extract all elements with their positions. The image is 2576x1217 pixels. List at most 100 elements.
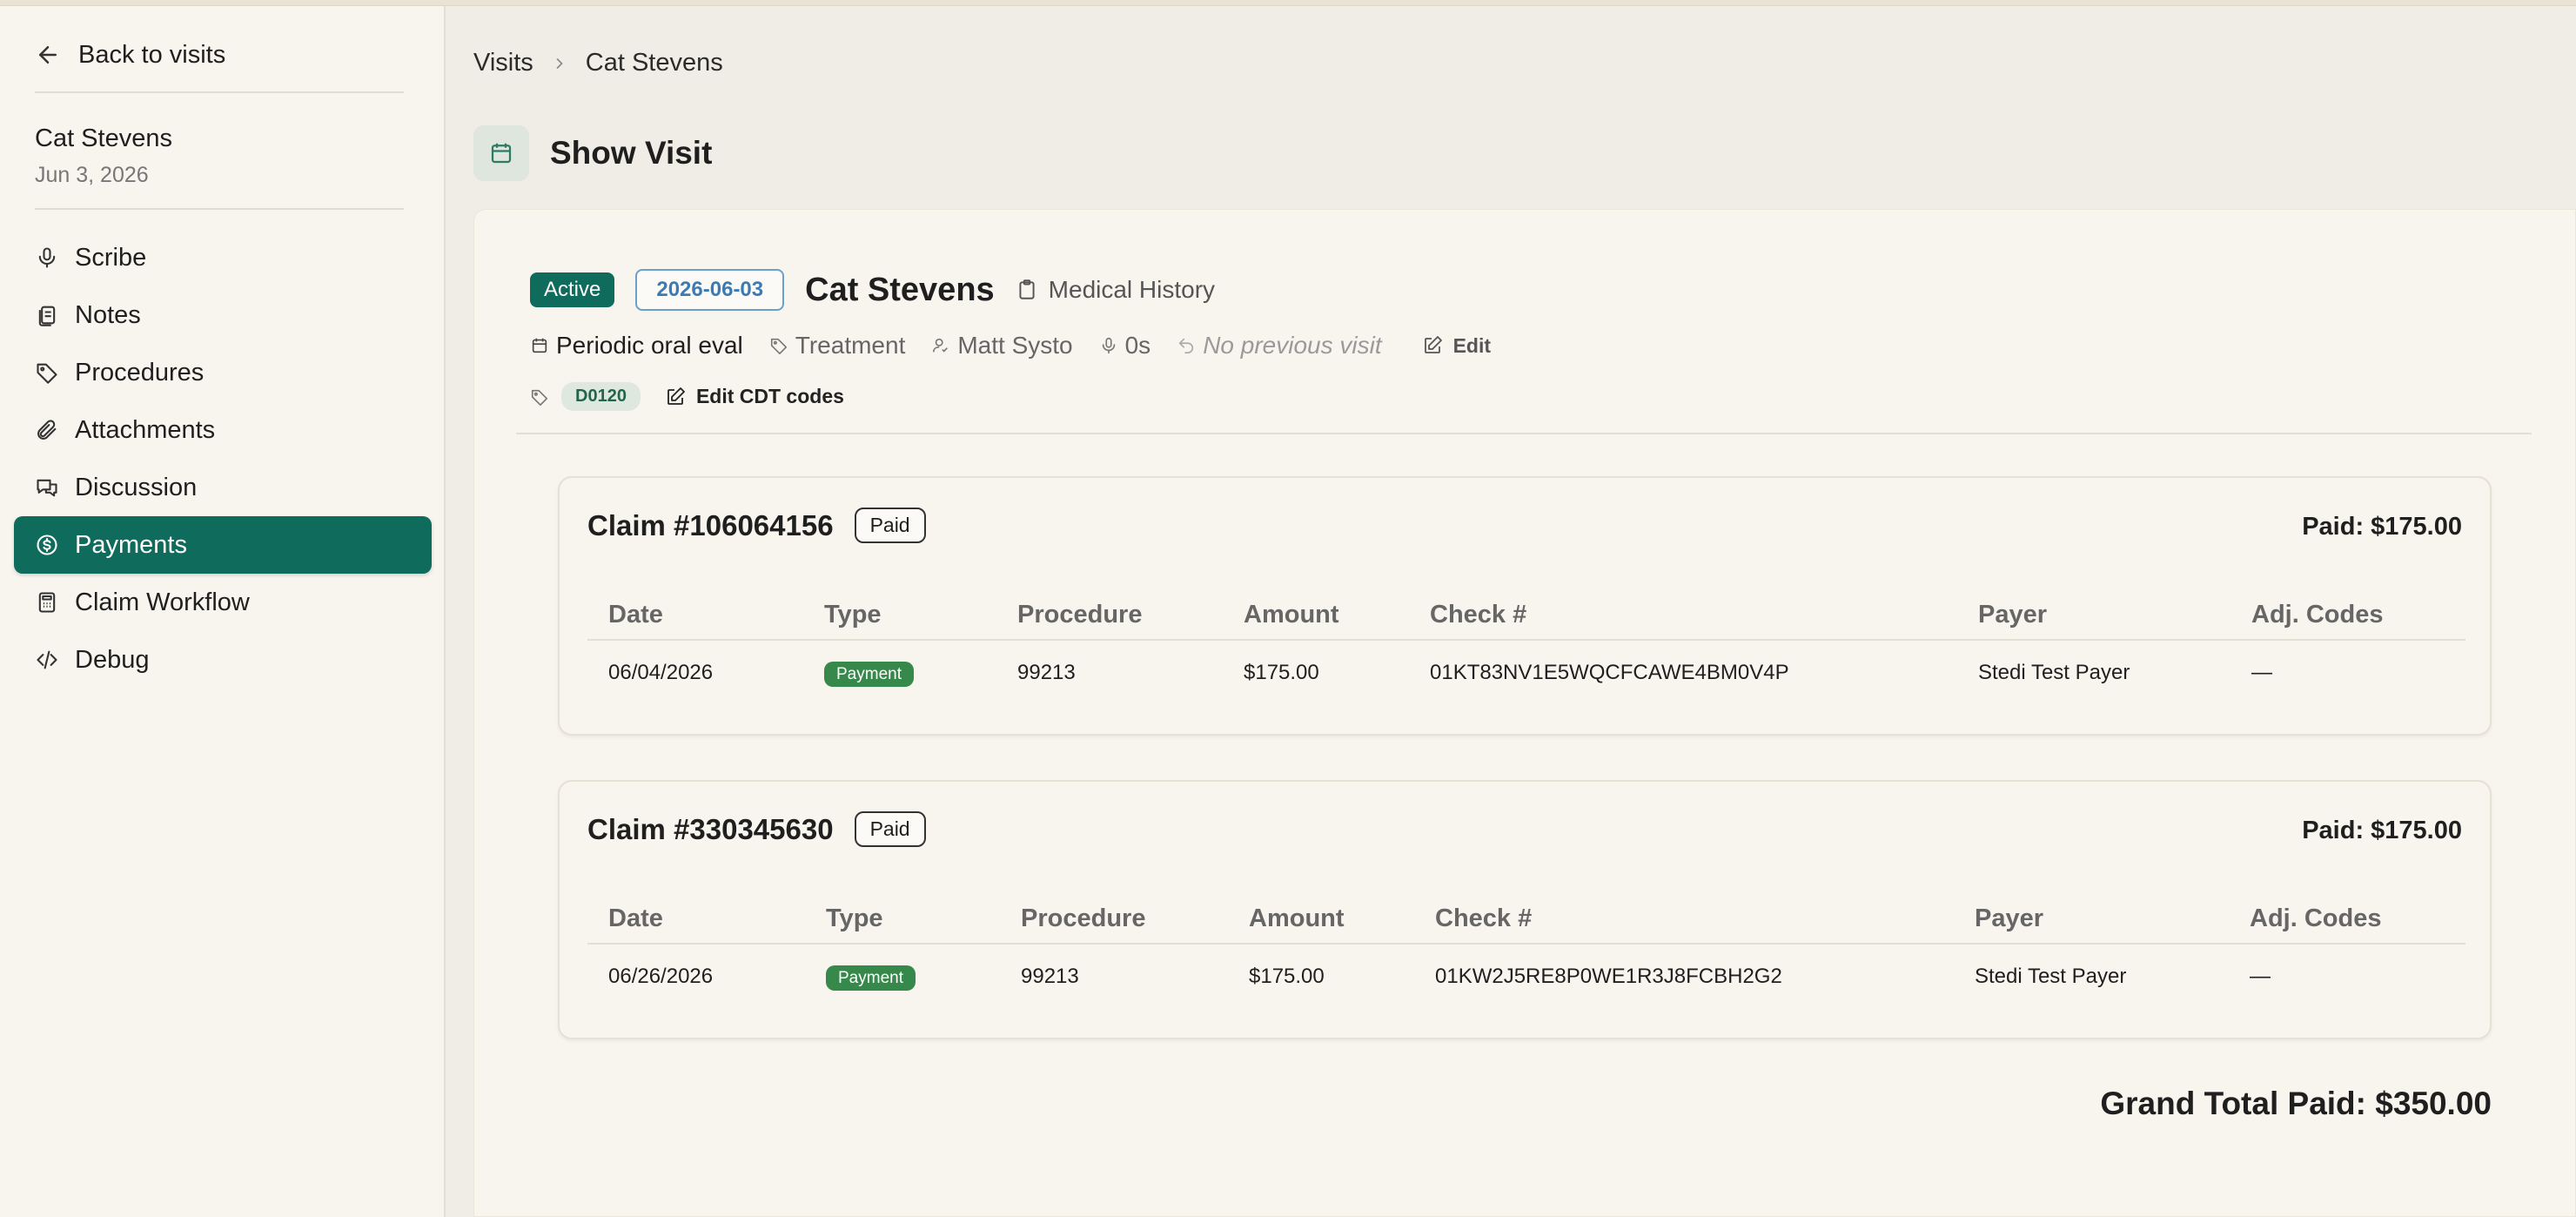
code-icon [37, 650, 57, 669]
column-header-procedure: Procedure [996, 591, 1223, 641]
sidebar-item-label: Procedures [75, 358, 205, 387]
calendar-icon [532, 338, 547, 353]
visit-meta: Periodic oral eval Treatment Matt Systo … [530, 332, 1491, 360]
chat-icon [37, 479, 57, 497]
tag-icon [770, 338, 787, 354]
breadcrumb-visits-link[interactable]: Visits [473, 49, 533, 77]
sidebar-patient-name: Cat Stevens [35, 124, 172, 152]
cell-amount: $175.00 [1249, 964, 1325, 988]
cdt-codes-row: D0120 Edit CDT codes [530, 382, 844, 411]
column-header-check: Check # [1409, 591, 1957, 641]
claim-header: Claim #106064156 Paid [587, 508, 926, 543]
cdt-code-chip: D0120 [561, 382, 641, 411]
cell-adj-codes: — [2250, 964, 2271, 988]
sidebar-item-discussion[interactable]: Discussion [14, 459, 432, 516]
duration-meta: 0s [1099, 332, 1151, 360]
claim-number: Claim #106064156 [587, 508, 834, 541]
sidebar-item-claim-workflow[interactable]: Claim Workflow [14, 574, 432, 631]
sidebar: Back to visits Cat Stevens Jun 3, 2026 S… [0, 6, 446, 1217]
table-row: 06/26/2026 Payment 99213 $175.00 01KW2J5… [587, 944, 2465, 1008]
claim-payments-table: Date Type Procedure Amount Check # Payer… [587, 591, 2465, 704]
table-header-row: Date Type Procedure Amount Check # Payer… [587, 591, 2465, 641]
previous-visit-label: No previous visit [1203, 332, 1382, 359]
medical-history-link[interactable]: Medical History [1016, 276, 1215, 304]
breadcrumb: Visits Cat Stevens [473, 49, 723, 77]
divider [516, 433, 2532, 434]
cell-adj-codes: — [2251, 660, 2272, 684]
page-title: Show Visit [550, 135, 713, 171]
sidebar-item-label: Scribe [75, 243, 147, 272]
edit-visit-button[interactable]: Edit [1422, 334, 1491, 358]
column-header-date: Date [587, 895, 805, 945]
sidebar-item-scribe[interactable]: Scribe [14, 229, 432, 286]
table-row: 06/04/2026 Payment 99213 $175.00 01KT83N… [587, 640, 2465, 704]
sidebar-item-attachments[interactable]: Attachments [14, 401, 432, 459]
medical-history-label: Medical History [1048, 276, 1216, 303]
cell-procedure: 99213 [1017, 660, 1076, 684]
visit-card: Active 2026-06-03 Cat Stevens Medical Hi… [473, 209, 2576, 1217]
category-label: Treatment [795, 332, 906, 359]
previous-visit-meta: No previous visit [1177, 332, 1382, 360]
column-header-type: Type [805, 895, 1000, 945]
sidebar-item-payments[interactable]: Payments [14, 516, 432, 574]
sidebar-item-label: Payments [75, 530, 187, 559]
tag-icon [531, 389, 548, 406]
claim-card: Claim #106064156 Paid Paid: $175.00 Date… [558, 476, 2492, 736]
column-header-payer: Payer [1957, 591, 2231, 641]
chevron-right-icon [556, 57, 563, 69]
claim-header: Claim #330345630 Paid [587, 811, 926, 847]
edit-cdt-codes-button[interactable]: Edit CDT codes [665, 385, 844, 408]
sidebar-visit-date: Jun 3, 2026 [35, 163, 149, 187]
visit-patient-name: Cat Stevens [805, 271, 995, 308]
table-header-row: Date Type Procedure Amount Check # Payer… [587, 895, 2465, 945]
column-header-check: Check # [1414, 895, 1954, 945]
arrow-left-icon [39, 46, 57, 64]
claim-status-badge: Paid [854, 508, 926, 543]
payment-type-badge: Payment [824, 661, 914, 687]
sidebar-item-label: Discussion [75, 473, 198, 501]
visit-date-badge: 2026-06-03 [635, 269, 785, 311]
calendar-icon [473, 125, 529, 181]
microphone-icon [1102, 337, 1115, 354]
sidebar-item-procedures[interactable]: Procedures [14, 344, 432, 401]
claim-paid-total: Paid: $175.00 [2302, 817, 2462, 844]
clipboard-icon [1019, 279, 1035, 299]
column-header-adj-codes: Adj. Codes [2229, 895, 2465, 945]
column-header-payer: Payer [1954, 895, 2229, 945]
cell-amount: $175.00 [1244, 660, 1319, 684]
procedure-meta: Periodic oral eval [530, 332, 743, 360]
claim-number: Claim #330345630 [587, 812, 834, 845]
column-header-amount: Amount [1228, 895, 1414, 945]
claim-paid-total: Paid: $175.00 [2302, 513, 2462, 541]
dollar-circle-icon [37, 535, 57, 555]
sidebar-item-debug[interactable]: Debug [14, 631, 432, 689]
column-header-procedure: Procedure [1000, 895, 1228, 945]
duration-value: 0s [1124, 332, 1151, 359]
sidebar-nav: Scribe Notes Procedures Attachments Disc… [14, 229, 432, 689]
edit-label: Edit [1452, 333, 1492, 357]
column-header-date: Date [587, 591, 803, 641]
paperclip-icon [37, 420, 57, 440]
cell-type: Payment [803, 640, 996, 704]
cell-procedure: 99213 [1021, 964, 1079, 988]
sidebar-item-label: Attachments [75, 415, 216, 444]
claim-card: Claim #330345630 Paid Paid: $175.00 Date… [558, 780, 2492, 1039]
sidebar-item-label: Debug [75, 645, 150, 674]
back-to-visits-link[interactable]: Back to visits [35, 36, 225, 74]
cell-date: 06/04/2026 [608, 660, 714, 684]
user-icon [933, 338, 949, 353]
cell-check-number: 01KT83NV1E5WQCFCAWE4BM0V4P [1430, 660, 1789, 684]
back-to-visits-label: Back to visits [78, 40, 226, 69]
procedure-name: Periodic oral eval [556, 332, 743, 359]
claim-payments-table: Date Type Procedure Amount Check # Payer… [587, 895, 2465, 1008]
category-meta: Treatment [769, 332, 906, 360]
edit-cdt-label: Edit CDT codes [695, 385, 844, 407]
sidebar-item-notes[interactable]: Notes [14, 286, 432, 344]
sidebar-item-label: Notes [75, 300, 141, 329]
top-border [0, 0, 2576, 6]
cell-payer: Stedi Test Payer [1978, 660, 2130, 684]
cell-check-number: 01KW2J5RE8P0WE1R3J8FCBH2G2 [1435, 964, 1782, 988]
breadcrumb-current: Cat Stevens [585, 49, 723, 77]
visit-header: Active 2026-06-03 Cat Stevens Medical Hi… [530, 269, 1215, 311]
edit-icon [1424, 336, 1442, 353]
